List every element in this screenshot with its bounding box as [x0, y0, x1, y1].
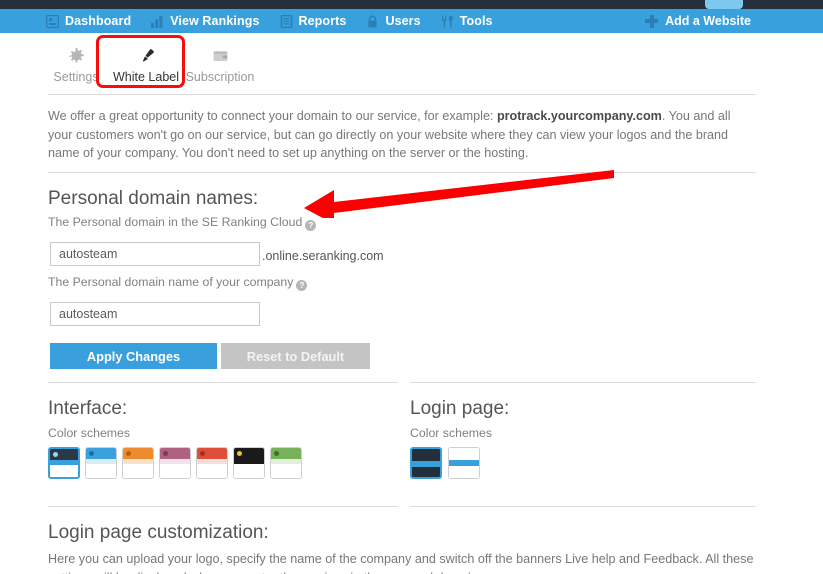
nav-item-reports[interactable]: Reports [280, 9, 347, 33]
top-strip-tab[interactable] [705, 0, 743, 9]
login-page-color-schemes [410, 447, 480, 479]
scheme-dot-icon [126, 451, 131, 456]
interface-subtitle: Color schemes [48, 426, 131, 440]
scheme-header-bar [234, 448, 264, 459]
interface-scheme-green[interactable] [270, 447, 302, 479]
tab-subscription-label: Subscription [185, 70, 255, 84]
nav-item-users[interactable]: Users [366, 9, 421, 33]
add-website-button[interactable]: Add a Website [645, 9, 751, 33]
scheme-dot-icon [89, 451, 94, 456]
scheme-body [271, 464, 301, 478]
cloud-domain-label: The Personal domain in the SE Ranking Cl… [48, 215, 317, 231]
scheme-dot-icon [237, 451, 242, 456]
login-customization-text: Here you can upload your logo, specify t… [48, 552, 754, 574]
lock-icon [366, 15, 379, 28]
red-arrow-annotation [304, 170, 614, 218]
login-page-heading: Login page: [410, 398, 510, 419]
login-scheme-top [412, 449, 440, 461]
interface-color-schemes [48, 447, 302, 479]
divider-interface-left [48, 382, 398, 383]
scheme-header-bar [50, 449, 78, 460]
scheme-body [197, 464, 227, 478]
scheme-header-bar [197, 448, 227, 459]
nav-item-view-rankings-label: View Rankings [170, 14, 260, 28]
main-navbar: Dashboard View Rankings Reports Users To… [0, 9, 823, 33]
scheme-header-bar [271, 448, 301, 459]
top-strip [0, 0, 823, 9]
intro-paragraph: We offer a great opportunity to connect … [48, 107, 754, 163]
scheme-dot-icon [53, 452, 58, 457]
interface-scheme-red[interactable] [196, 447, 228, 479]
login-scheme-light[interactable] [448, 447, 480, 479]
nav-item-view-rankings[interactable]: View Rankings [151, 9, 259, 33]
example-domain: protrack.yourcompany.com [496, 109, 662, 123]
interface-scheme-plum[interactable] [159, 447, 191, 479]
interface-scheme-black[interactable] [233, 447, 265, 479]
reset-to-default-button[interactable]: Reset to Default [221, 343, 370, 369]
tab-settings-label: Settings [53, 70, 99, 84]
page-root: Dashboard View Rankings Reports Users To… [0, 0, 823, 574]
company-domain-input[interactable] [50, 302, 260, 326]
interface-scheme-dark-navy[interactable] [48, 447, 80, 479]
nav-item-reports-label: Reports [298, 14, 347, 28]
dashboard-icon [46, 14, 59, 28]
nav-item-tools[interactable]: Tools [441, 9, 493, 33]
navbar-items: Dashboard View Rankings Reports Users To… [46, 9, 513, 33]
nav-item-dashboard-label: Dashboard [65, 14, 132, 28]
scheme-header-bar [123, 448, 153, 459]
utensils-icon [441, 15, 454, 28]
personal-domains-heading: Personal domain names: [48, 188, 259, 209]
scheme-dot-icon [163, 451, 168, 456]
cloud-domain-suffix: .online.seranking.com [262, 249, 384, 263]
info-icon-cloud-domain[interactable]: ? [305, 220, 317, 231]
login-scheme-bottom [412, 467, 440, 477]
nav-item-tools-label: Tools [459, 14, 493, 28]
interface-heading: Interface: [48, 398, 128, 419]
login-customization-heading: Login page customization: [48, 522, 269, 543]
brush-icon [138, 45, 155, 67]
divider-bottom-left [48, 506, 398, 507]
nav-item-users-label: Users [385, 14, 421, 28]
scheme-body [160, 464, 190, 478]
login-scheme-dark[interactable] [410, 447, 442, 479]
scheme-body [234, 464, 264, 478]
scheme-header-bar [86, 448, 116, 459]
nav-item-dashboard[interactable]: Dashboard [46, 9, 131, 33]
cloud-domain-label-text: The Personal domain in the SE Ranking Cl… [48, 215, 303, 229]
scheme-body [123, 464, 153, 478]
gear-icon [68, 45, 85, 67]
add-website-label: Add a Website [665, 14, 751, 28]
interface-scheme-orange[interactable] [122, 447, 154, 479]
tab-subscription[interactable]: Subscription [172, 38, 268, 90]
company-domain-label: The Personal domain name of your company… [48, 275, 308, 291]
scheme-dot-icon [200, 451, 205, 456]
scheme-dot-icon [274, 451, 279, 456]
divider-under-tabs [48, 94, 756, 95]
info-icon-company-domain[interactable]: ? [296, 280, 308, 291]
divider-bottom-right [410, 506, 756, 507]
login-scheme-bottom [449, 466, 479, 478]
divider-above-domains [48, 172, 756, 173]
scheme-body [50, 465, 78, 477]
scheme-body [86, 464, 116, 478]
scheme-header-bar [160, 448, 190, 459]
divider-interface-right [410, 382, 756, 383]
cloud-domain-input[interactable] [50, 242, 260, 266]
interface-scheme-blue[interactable] [85, 447, 117, 479]
wallet-icon [212, 45, 229, 67]
document-icon [280, 14, 293, 28]
bar-chart-icon [151, 15, 164, 28]
plus-icon [645, 14, 659, 28]
subtab-bar: Settings White Label Subscription [0, 33, 823, 90]
login-scheme-top [449, 448, 479, 460]
intro-text-part1: We offer a great opportunity to connect … [48, 109, 497, 123]
login-page-subtitle: Color schemes [410, 426, 493, 440]
company-domain-label-text: The Personal domain name of your company [48, 275, 294, 289]
apply-changes-button[interactable]: Apply Changes [50, 343, 217, 369]
tab-white-label-label: White Label [112, 70, 179, 84]
